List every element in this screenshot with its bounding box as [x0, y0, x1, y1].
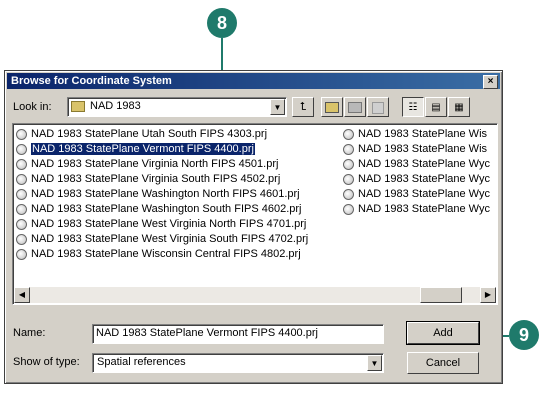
globe-file-icon [343, 144, 354, 155]
list-item[interactable]: NAD 1983 StatePlane Virginia South FIPS … [15, 172, 308, 187]
list-item-label: NAD 1983 StatePlane Vermont FIPS 4400.pr… [31, 143, 255, 155]
globe-file-icon [16, 204, 27, 215]
thumbnails-view-button[interactable]: ▦ [448, 97, 470, 117]
list-item-label: NAD 1983 StatePlane Wyc [358, 158, 490, 170]
name-field-value: NAD 1983 StatePlane Vermont FIPS 4400.pr… [96, 327, 318, 339]
list-item[interactable]: NAD 1983 StatePlane West Virginia South … [15, 232, 308, 247]
file-list[interactable]: NAD 1983 StatePlane Utah South FIPS 4303… [12, 123, 498, 305]
look-in-label: Look in: [13, 101, 52, 113]
list-item-label: NAD 1983 StatePlane Wisconsin Central FI… [31, 248, 301, 260]
name-field[interactable]: NAD 1983 StatePlane Vermont FIPS 4400.pr… [92, 324, 384, 344]
chevron-down-icon[interactable]: ▼ [367, 355, 382, 371]
up-one-level-button[interactable]: ⮤ [292, 97, 314, 117]
list-item[interactable]: NAD 1983 StatePlane Wyc [342, 187, 496, 202]
file-list-column-2: NAD 1983 StatePlane Wis NAD 1983 StatePla… [342, 127, 496, 217]
details-view-icon: ▤ [431, 102, 441, 113]
callout-9-badge: 9 [509, 320, 539, 350]
globe-file-icon [343, 189, 354, 200]
scroll-left-icon[interactable]: ◀ [14, 287, 30, 303]
add-button[interactable]: Add [406, 321, 480, 345]
globe-file-icon [16, 219, 27, 230]
list-item[interactable]: NAD 1983 StatePlane Wyc [342, 172, 496, 187]
globe-file-icon [343, 129, 354, 140]
list-item-label: NAD 1983 StatePlane Virginia South FIPS … [31, 173, 281, 185]
globe-file-icon [16, 174, 27, 185]
thumbnails-view-icon: ▦ [454, 102, 464, 113]
list-item[interactable]: NAD 1983 StatePlane West Virginia North … [15, 217, 308, 232]
globe-file-icon [343, 159, 354, 170]
list-item[interactable]: NAD 1983 StatePlane Vermont FIPS 4400.pr… [15, 142, 308, 157]
globe-file-icon [343, 174, 354, 185]
new-item-icon [372, 102, 384, 114]
callout-8-badge: 8 [207, 8, 237, 38]
browse-coordinate-system-dialog: Browse for Coordinate System × Look in: … [4, 70, 503, 384]
list-item[interactable]: NAD 1983 StatePlane Wis [342, 127, 496, 142]
show-of-type-dropdown[interactable]: Spatial references ▼ [92, 353, 384, 373]
scrollbar-thumb[interactable] [420, 287, 462, 303]
disconnect-folder-icon [348, 102, 362, 113]
dialog-title-bar: Browse for Coordinate System × [7, 73, 500, 89]
name-label: Name: [13, 327, 46, 339]
file-list-column-1: NAD 1983 StatePlane Utah South FIPS 4303… [15, 127, 308, 262]
globe-file-icon [343, 204, 354, 215]
list-item[interactable]: NAD 1983 StatePlane Wyc [342, 202, 496, 217]
look-in-value: NAD 1983 [90, 100, 141, 112]
list-item[interactable]: NAD 1983 StatePlane Wisconsin Central FI… [15, 247, 308, 262]
globe-file-icon [16, 234, 27, 245]
list-item[interactable]: NAD 1983 StatePlane Wis [342, 142, 496, 157]
list-item[interactable]: NAD 1983 StatePlane Virginia North FIPS … [15, 157, 308, 172]
list-item-label: NAD 1983 StatePlane Washington North FIP… [31, 188, 300, 200]
list-item-label: NAD 1983 StatePlane Virginia North FIPS … [31, 158, 279, 170]
connect-folder-icon [325, 102, 339, 113]
dialog-title: Browse for Coordinate System [11, 75, 172, 87]
list-item-label: NAD 1983 StatePlane Wis [358, 128, 488, 140]
connect-folder-button[interactable] [321, 97, 343, 117]
list-item-label: NAD 1983 StatePlane Wyc [358, 188, 490, 200]
globe-file-icon [16, 159, 27, 170]
list-item[interactable]: NAD 1983 StatePlane Wyc [342, 157, 496, 172]
up-one-level-icon: ⮤ [299, 101, 307, 113]
globe-file-icon [16, 144, 27, 155]
list-item-label: NAD 1983 StatePlane Wyc [358, 203, 490, 215]
list-item-label: NAD 1983 StatePlane West Virginia North … [31, 218, 307, 230]
scroll-right-icon[interactable]: ▶ [480, 287, 496, 303]
show-of-type-label: Show of type: [13, 356, 80, 368]
disconnect-folder-button[interactable] [344, 97, 366, 117]
details-view-button[interactable]: ▤ [425, 97, 447, 117]
list-item-label: NAD 1983 StatePlane Washington South FIP… [31, 203, 302, 215]
show-of-type-value: Spatial references [97, 356, 186, 368]
list-item[interactable]: NAD 1983 StatePlane Washington North FIP… [15, 187, 308, 202]
list-item-label: NAD 1983 StatePlane Wyc [358, 173, 490, 185]
list-view-icon: ☷ [408, 102, 418, 113]
globe-file-icon [16, 189, 27, 200]
new-item-button[interactable] [367, 97, 389, 117]
list-item-label: NAD 1983 StatePlane Utah South FIPS 4303… [31, 128, 268, 140]
chevron-down-icon[interactable]: ▼ [270, 99, 285, 115]
list-view-button[interactable]: ☷ [402, 97, 424, 117]
list-item[interactable]: NAD 1983 StatePlane Utah South FIPS 4303… [15, 127, 308, 142]
look-in-dropdown[interactable]: NAD 1983 ▼ [67, 97, 287, 117]
list-item[interactable]: NAD 1983 StatePlane Washington South FIP… [15, 202, 308, 217]
globe-file-icon [16, 249, 27, 260]
globe-file-icon [16, 129, 27, 140]
cancel-button[interactable]: Cancel [407, 352, 479, 374]
list-item-label: NAD 1983 StatePlane West Virginia South … [31, 233, 309, 245]
horizontal-scrollbar[interactable]: ◀ ▶ [14, 287, 496, 303]
close-icon[interactable]: × [483, 75, 498, 89]
list-item-label: NAD 1983 StatePlane Wis [358, 143, 488, 155]
folder-globe-icon [71, 101, 85, 112]
